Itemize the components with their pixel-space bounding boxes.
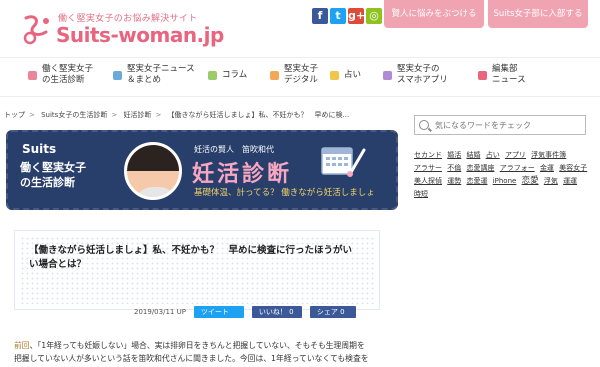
- sidebar-search: [414, 115, 586, 135]
- article-title: 【働きながら妊活しましょ】私、不妊かも？ 早めに検査に行ったほうがいい場合とは？: [29, 245, 353, 270]
- social-links: f t g+ ◎: [312, 8, 382, 24]
- nav-item-label: 堅実女子 デジタル: [284, 64, 318, 86]
- tag-link-featured[interactable]: 恋愛: [522, 176, 539, 186]
- series-banner[interactable]: Suits 働く堅実女子 の生活診断 妊活の賢人 笛吹和代 妊活診断 基礎体温、…: [6, 130, 398, 210]
- news-icon: [113, 70, 122, 80]
- body-line-1: 、「1年経っても妊娠しない」場合、実は排卵日をきちんと把握していない、そもそも生…: [29, 341, 365, 350]
- like-button[interactable]: いいね！ 0: [251, 306, 302, 318]
- portrait-hair: [127, 145, 179, 171]
- logo-wordmark: Suits-woman.jp: [56, 23, 224, 47]
- tag-link[interactable]: アラサー: [414, 164, 442, 172]
- join-button[interactable]: Suits女子部に入部する: [488, 0, 588, 28]
- nav-item-label: 働く堅実女子 の生活診断: [42, 64, 93, 86]
- nav-label-line1: 働く堅実女子: [42, 64, 94, 74]
- facebook-icon[interactable]: f: [312, 8, 328, 24]
- article-header-card: 【働きながら妊活しましょ】私、不妊かも？ 早めに検査に行ったほうがいい場合とは？: [14, 230, 380, 310]
- breadcrumb-separator: >: [111, 111, 118, 119]
- tag-link[interactable]: 美容女子: [559, 164, 587, 172]
- tag-link[interactable]: 運勢: [447, 177, 461, 185]
- banner-author: 妊活の賢人 笛吹和代: [194, 145, 274, 154]
- tag-link[interactable]: セカンド: [414, 151, 442, 159]
- tag-link[interactable]: 恋愛運: [466, 177, 487, 185]
- tweet-button[interactable]: ツイート: [193, 306, 244, 318]
- tag-link[interactable]: 浮気: [544, 177, 558, 185]
- nav-item-label: 堅実女子ニュース ＆まとめ: [127, 64, 195, 86]
- breadcrumb-ninkatsu[interactable]: 妊活診断: [123, 111, 151, 119]
- book-icon: [208, 71, 217, 80]
- main-nav: 働く堅実女子 の生活診断 堅実女子ニュース ＆まとめ コラム 堅実女子 デジタル 占い…: [0, 57, 600, 97]
- digital-icon: [270, 70, 279, 80]
- nav-item-label: 編集部 ニュース: [492, 64, 526, 86]
- tag-link[interactable]: 時短: [414, 190, 428, 198]
- tag-link[interactable]: 浮気事件簿: [531, 151, 566, 159]
- site-header: 働く堅実女子のお悩み解決サイト Suits-woman.jp f t g+ ◎ …: [0, 0, 600, 56]
- breadcrumb-diagnosis[interactable]: Suits女子の生活診断: [41, 111, 107, 119]
- banner-title: 妊活診断: [192, 162, 293, 187]
- twitter-icon[interactable]: t: [330, 8, 346, 24]
- body-line-2: 把握していない人が多いという話を笛吹和代さんに聞きました。今回は、1年経っていな…: [14, 354, 369, 363]
- nav-label-line1: 堅実女子ニュース: [127, 64, 195, 74]
- breadcrumb-home[interactable]: トップ: [4, 111, 25, 119]
- tag-link[interactable]: アラフォー: [500, 164, 535, 172]
- nav-item-digital[interactable]: 堅実女子 デジタル: [270, 64, 318, 86]
- nav-item-editorial[interactable]: 編集部 ニュース: [478, 64, 526, 86]
- author-portrait: [124, 142, 182, 200]
- nav-label-line1: 堅実女子の: [397, 64, 440, 74]
- banner-line1: 働く堅実女子: [20, 161, 86, 174]
- breadcrumb: トップ > Suits女子の生活診断 > 妊活診断 > 【働きながら妊活しましょ】私、…: [4, 110, 349, 120]
- google-plus-icon[interactable]: g+: [348, 8, 365, 24]
- nav-item-life-diagnosis[interactable]: 働く堅実女子 の生活診断: [28, 64, 93, 86]
- article-body: 前回、「1年経っても妊娠しない」場合、実は排卵日をきちんと把握していない、そもそ…: [14, 339, 380, 365]
- nav-item-fortune[interactable]: 占い: [330, 70, 361, 81]
- nav-label-line2: スマホアプリ: [397, 75, 448, 85]
- nav-item-news[interactable]: 堅実女子ニュース ＆まとめ: [113, 64, 195, 86]
- search-icon: [419, 120, 429, 130]
- nav-label-line1: 堅実女子: [284, 64, 319, 74]
- banner-tagline: 基礎体温、計ってる？ 働きながら妊活しましょ: [194, 188, 375, 198]
- banner-line2: の生活診断: [20, 176, 75, 189]
- nav-item-column[interactable]: コラム: [208, 70, 247, 81]
- tag-link[interactable]: 美人探偵: [414, 177, 442, 185]
- breadcrumb-separator: >: [155, 111, 162, 119]
- editorial-icon: [478, 70, 487, 80]
- nav-label-line1: 編集部: [492, 64, 518, 74]
- nav-label-line2: デジタル: [284, 75, 318, 85]
- publish-date: 2019/03/11 UP: [134, 308, 186, 316]
- diagnosis-icon: [28, 70, 37, 80]
- breadcrumb-current: 【働きながら妊活しましょ】私、不妊かも？ 早めに検...: [167, 111, 350, 119]
- previous-article-link[interactable]: 前回: [14, 341, 30, 350]
- tag-link[interactable]: アプリ: [505, 151, 526, 159]
- nav-item-app[interactable]: 堅実女子の スマホアプリ: [383, 64, 448, 86]
- tag-link[interactable]: 占い: [486, 151, 500, 159]
- tag-link[interactable]: 婚活: [447, 151, 461, 159]
- nav-label-line2: ニュース: [492, 75, 526, 85]
- consult-button[interactable]: 賢人に悩みをぶつける: [384, 0, 484, 28]
- banner-series-name: 働く堅実女子 の生活診断: [20, 160, 86, 190]
- logo-mark-icon: [23, 15, 49, 45]
- smartphone-icon: [383, 70, 392, 80]
- article-meta: 2019/03/11 UP ツイート いいね！ 0 シェア 0: [134, 306, 356, 318]
- nav-item-label: 堅実女子の スマホアプリ: [397, 64, 448, 86]
- portrait-body: [133, 187, 179, 197]
- line-icon[interactable]: ◎: [366, 8, 382, 24]
- site-logo[interactable]: 働く堅実女子のお悩み解決サイト Suits-woman.jp: [20, 8, 224, 50]
- tag-link[interactable]: 恋愛講座: [466, 164, 494, 172]
- tag-link[interactable]: 結婚: [466, 151, 480, 159]
- tag-link[interactable]: 運運: [563, 177, 577, 185]
- nav-label-line2: ＆まとめ: [127, 75, 162, 85]
- tag-link[interactable]: 金運: [540, 164, 554, 172]
- tag-link[interactable]: iPhone: [493, 177, 517, 185]
- star-icon: [330, 71, 339, 80]
- tag-cloud: セカンド 婚活 結婚 占い アプリ 浮気事件簿 アラサー 不倫 恋愛講座 アラフ…: [414, 149, 592, 201]
- share-button[interactable]: シェア 0: [309, 306, 356, 318]
- tag-link[interactable]: 不倫: [447, 164, 461, 172]
- nav-item-label: コラム: [222, 70, 248, 80]
- calendar-thermometer-icon: [321, 147, 366, 177]
- nav-item-label: 占い: [344, 70, 362, 80]
- nav-label-line2: の生活診断: [42, 75, 85, 85]
- banner-brand: Suits: [22, 142, 57, 156]
- breadcrumb-separator: >: [29, 111, 35, 119]
- search-input[interactable]: [435, 120, 575, 130]
